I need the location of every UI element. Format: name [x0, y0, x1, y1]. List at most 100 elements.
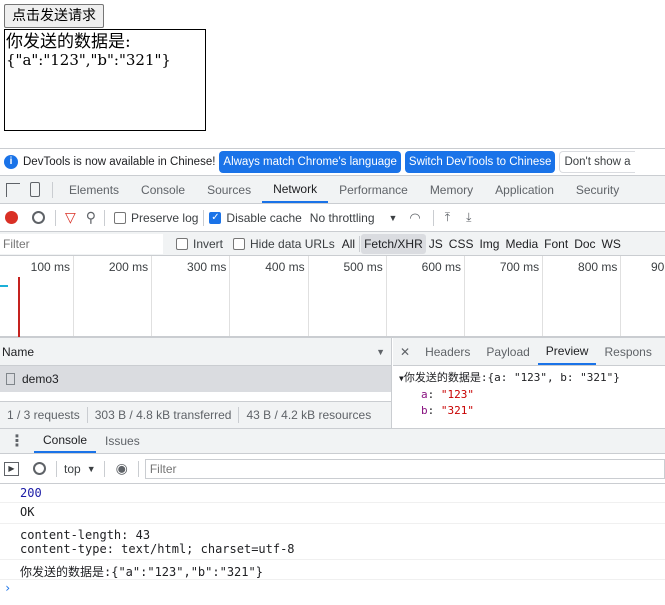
name-column-header[interactable]: Name ▼ — [0, 338, 391, 366]
close-icon[interactable]: ✕ — [393, 345, 417, 359]
drawer-tab-console[interactable]: Console — [34, 429, 97, 453]
timeline-tick-label: 600 ms — [421, 260, 461, 274]
console-message: 200 — [0, 485, 665, 503]
timeline-gridline — [229, 256, 231, 336]
tab-performance[interactable]: Performance — [328, 176, 419, 203]
throttling-select[interactable]: No throttling — [310, 211, 375, 225]
dont-show-again-button[interactable]: Don't show a — [559, 151, 635, 173]
tab-elements[interactable]: Elements — [58, 176, 130, 203]
export-har-icon[interactable]: ⤓ — [466, 210, 471, 225]
preview-prop-b: b: "321" — [421, 404, 474, 417]
sort-icon: ▼ — [376, 346, 385, 357]
timeline-gridline — [464, 256, 465, 336]
type-font[interactable]: Font — [541, 234, 571, 254]
timeline-gridline — [385, 256, 387, 336]
console-filter-input[interactable] — [144, 458, 665, 479]
timeline-tick-label: 300 ms — [187, 260, 227, 274]
timeline-gridline — [307, 256, 309, 336]
drawer-tab-issues[interactable]: Issues — [96, 429, 149, 453]
invert-label: Invert — [193, 236, 224, 251]
device-toolbar-icon[interactable] — [30, 182, 40, 197]
request-name: demo3 — [22, 372, 59, 386]
type-all[interactable]: All — [339, 234, 358, 254]
detail-tabbar: ✕ Headers Payload Preview Respons — [393, 338, 665, 366]
tab-headers[interactable]: Headers — [417, 338, 478, 365]
filter-input[interactable] — [0, 233, 163, 254]
result-box: 你发送的数据是: {"a":"123","b":"321"} — [4, 29, 206, 131]
tab-sources[interactable]: Sources — [196, 176, 262, 203]
console-output: 200 OK content-length: 43 content-type: t… — [0, 485, 665, 596]
preview-root[interactable]: ▼你发送的数据是:{a: "123", b: "321"} — [399, 370, 665, 387]
timeline-gridline — [620, 256, 622, 336]
live-expression-eye-icon[interactable]: ◉ — [116, 460, 128, 477]
chevron-down-icon[interactable]: ▼ — [389, 213, 398, 223]
network-conditions-icon[interactable]: ◠ — [409, 210, 420, 226]
clear-icon[interactable] — [32, 211, 45, 224]
network-status-bar: 1 / 3 requests 303 B / 4.8 kB transferre… — [0, 401, 391, 428]
request-timing-bar — [0, 285, 8, 287]
filter-bar: Invert Hide data URLs All Fetch/XHR JS C… — [0, 232, 665, 256]
console-message: OK — [0, 503, 665, 524]
drawer-tabbar: ⋮ Console Issues — [0, 428, 665, 454]
clear-console-icon[interactable] — [33, 462, 46, 475]
console-message: 你发送的数据是:{"a":"123","b":"321"} — [0, 560, 665, 580]
timeline-overview[interactable]: 100 ms 200 ms 300 ms 400 ms 500 ms 600 ms 700 … — [0, 256, 665, 338]
type-ws[interactable]: WS — [599, 234, 624, 254]
tab-application[interactable]: Application — [484, 176, 565, 203]
hide-data-urls-checkbox[interactable] — [233, 237, 246, 250]
result-label: 你发送的数据是: — [6, 32, 131, 52]
timeline-tick-label: 200 ms — [108, 260, 149, 274]
timeline-tick-label: 800 ms — [578, 260, 618, 274]
console-prompt[interactable]: › — [0, 580, 665, 596]
more-options-icon[interactable]: ⋮ — [0, 431, 34, 451]
search-icon[interactable]: ⚲ — [86, 209, 96, 226]
tab-network[interactable]: Network — [262, 176, 329, 203]
preview-tree: ▼你发送的数据是:{a: "123", b: "321"} a: "123" b… — [393, 366, 665, 419]
info-icon: i — [4, 155, 18, 169]
request-list: Name ▼ demo3 1 / 3 requests 303 B / 4.8 … — [0, 338, 392, 428]
filter-icon[interactable]: ▽ — [65, 209, 76, 226]
disable-cache-checkbox[interactable]: ✓ — [209, 211, 222, 224]
timeline-tick-label: 700 ms — [499, 260, 540, 274]
timeline-gridline — [73, 256, 74, 336]
tab-response[interactable]: Respons — [596, 338, 651, 365]
timeline-tick-label: 90 — [651, 260, 665, 274]
name-header-label: Name — [2, 344, 35, 359]
preview-prop-a: a: "123" — [421, 388, 474, 401]
tab-console[interactable]: Console — [130, 176, 196, 203]
switch-to-chinese-button[interactable]: Switch DevTools to Chinese — [404, 151, 556, 173]
console-message: content-length: 43 content-type: text/htm… — [0, 524, 665, 560]
always-match-language-button[interactable]: Always match Chrome's language — [219, 151, 401, 173]
tab-memory[interactable]: Memory — [419, 176, 484, 203]
request-row[interactable]: demo3 — [0, 366, 391, 392]
type-img[interactable]: Img — [476, 234, 502, 254]
context-chevron-icon[interactable]: ▼ — [87, 464, 96, 474]
tab-preview[interactable]: Preview — [537, 338, 597, 365]
type-fetch-xhr[interactable]: Fetch/XHR — [361, 233, 426, 254]
transferred-size: 303 B / 4.8 kB transferred — [94, 408, 232, 422]
import-har-icon[interactable]: ⤒ — [445, 210, 450, 225]
type-css[interactable]: CSS — [446, 234, 477, 254]
preserve-log-checkbox[interactable] — [114, 211, 127, 224]
tab-security[interactable]: Security — [565, 176, 630, 203]
inspect-element-icon[interactable] — [6, 182, 20, 197]
load-event-line — [18, 277, 20, 337]
context-select[interactable]: top — [64, 462, 81, 476]
invert-checkbox[interactable] — [176, 237, 188, 250]
resources-size: 43 B / 4.2 kB resources — [246, 408, 372, 422]
type-media[interactable]: Media — [502, 234, 541, 254]
disable-cache-label: Disable cache — [226, 210, 302, 225]
network-toolbar: ▽ ⚲ Preserve log ✓ Disable cache No thro… — [0, 204, 665, 232]
timeline-tick-label: 500 ms — [343, 260, 383, 274]
language-infobar: i DevTools is now available in Chinese! … — [0, 148, 665, 176]
record-icon[interactable] — [5, 211, 18, 224]
type-js[interactable]: JS — [426, 234, 446, 254]
console-toolbar: ▶ top ▼ ◉ — [0, 454, 665, 484]
send-request-button[interactable]: 点击发送请求 — [4, 4, 104, 28]
tab-payload[interactable]: Payload — [478, 338, 537, 365]
preserve-log-label: Preserve log — [131, 210, 199, 225]
sidebar-toggle-icon[interactable]: ▶ — [4, 461, 19, 476]
timeline-gridline — [542, 256, 544, 336]
type-doc[interactable]: Doc — [571, 234, 598, 254]
timeline-gridline — [151, 256, 153, 336]
